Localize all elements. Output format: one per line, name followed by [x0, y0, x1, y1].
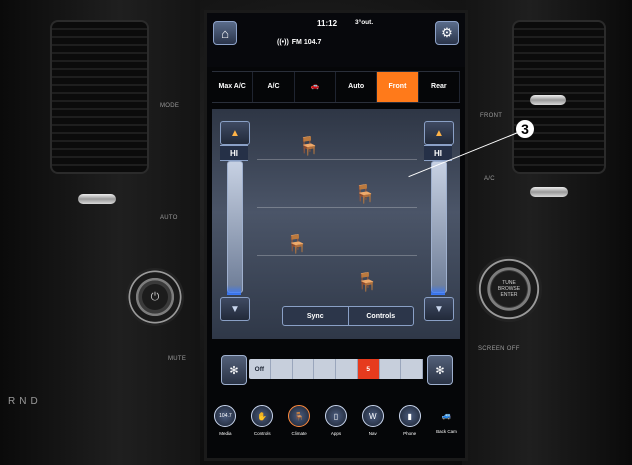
mode-defrost-floor-icon[interactable]: 🪑 [352, 269, 382, 295]
fan-cell[interactable] [380, 359, 402, 379]
front-defrost-label: Front [388, 83, 407, 90]
dock-label: Climate [291, 431, 307, 436]
rear-defrost-label: Rear [431, 83, 447, 90]
controls-button[interactable]: Controls [349, 307, 414, 325]
climate-tabs: Max A/C A/C 🚗 Auto Front Rear [212, 71, 460, 103]
front-defrost-button[interactable]: FRONT [480, 113, 502, 119]
controls-icon: ✋ [251, 405, 274, 427]
left-vent-handle[interactable] [78, 194, 116, 204]
tune-knob-label: TUNE BROWSE ENTER [491, 271, 527, 307]
mode-button[interactable]: MODE [160, 103, 179, 109]
clock: 11:12 [317, 19, 338, 28]
fan-cell[interactable] [336, 359, 358, 379]
left-temp-up-button[interactable]: ▲ [220, 121, 250, 145]
dock-item-media[interactable]: 104.7 Media [209, 405, 241, 458]
divider-line [257, 159, 417, 160]
settings-button[interactable]: ⚙ [435, 21, 459, 45]
tab-front-defrost[interactable]: Front [377, 72, 419, 102]
left-temp-slider[interactable]: ▲ HI ▼ [220, 121, 250, 321]
right-temp-slider[interactable]: ▲ HI ▼ [424, 121, 454, 321]
media-icon: 104.7 [214, 405, 237, 427]
dock-item-back-cam[interactable]: 🚙 Back Cam [430, 405, 462, 458]
fan-low-icon: ✻ [229, 364, 239, 377]
dock-item-apps[interactable]: ▯ Apps [320, 405, 352, 458]
fan-cell[interactable] [293, 359, 315, 379]
left-temp-value: HI [220, 145, 248, 161]
fan-cell[interactable] [401, 359, 423, 379]
tab-auto[interactable]: Auto [336, 72, 378, 102]
nav-icon: W [361, 405, 384, 427]
right-temp-down-button[interactable]: ▼ [424, 297, 454, 321]
left-temp-track[interactable] [227, 161, 243, 293]
screen-off-button[interactable]: SCREEN OFF [478, 346, 520, 352]
home-icon: ⌂ [221, 25, 229, 41]
radio-station-label: FM 104.7 [291, 39, 322, 46]
divider-line [257, 255, 417, 256]
dock-label: Controls [253, 431, 271, 436]
climate-panel: ▲ HI ▼ ▲ HI ▼ 🪑 🪑 🪑 🪑 Sync Controls [212, 109, 460, 339]
callout-number: 3 [516, 120, 534, 138]
recirculation-icon: 🚗 [310, 83, 320, 90]
left-air-vent [50, 20, 149, 174]
tab-rear-defrost[interactable]: Rear [419, 72, 460, 102]
right-temp-glow [431, 285, 445, 295]
dock-label: Apps [330, 431, 342, 436]
outside-temperature: 3°out. [355, 19, 374, 26]
fan-down-button[interactable]: ✻ [221, 355, 247, 385]
divider-line [257, 207, 417, 208]
tab-recirculation[interactable]: 🚗 [295, 72, 336, 102]
gear-icon: ⚙ [441, 25, 453, 40]
right-vent-handle[interactable] [530, 187, 568, 197]
dock-label: Nav [368, 431, 377, 436]
tab-ac[interactable]: A/C [253, 72, 295, 102]
sync-controls-bar: Sync Controls [282, 306, 414, 326]
left-temp-down-button[interactable]: ▼ [220, 297, 250, 321]
right-temp-up-button[interactable]: ▲ [424, 121, 454, 145]
volume-knob[interactable]: ⏻ [126, 268, 184, 326]
mode-panel-floor-icon[interactable]: 🪑 [350, 181, 380, 207]
touchscreen: ⌂ 11:12 3°out. ((•)) FM 104.7 ⚙ Max A/C A… [204, 10, 468, 461]
tab-max-ac[interactable]: Max A/C [212, 72, 254, 102]
status-bar: ⌂ 11:12 3°out. ((•)) FM 104.7 ⚙ [207, 13, 465, 67]
right-temp-track[interactable] [431, 161, 447, 293]
radio-signal-icon: ((•)) [277, 39, 289, 46]
ac-button[interactable]: A/C [484, 176, 495, 182]
gear-indicator: RND [8, 396, 42, 407]
apps-icon: ▯ [324, 405, 347, 427]
mode-panel-icon[interactable]: 🪑 [294, 133, 324, 159]
dock-item-controls[interactable]: ✋ Controls [246, 405, 278, 458]
dock-label: Back Cam [436, 429, 457, 434]
sync-button[interactable]: Sync [283, 307, 349, 325]
fan-speed-control: ✻ Off 5 ✻ [221, 355, 453, 385]
tune-knob[interactable]: TUNE BROWSE ENTER [476, 256, 542, 322]
fan-cell[interactable] [314, 359, 336, 379]
fan-high-icon: ✻ [435, 364, 445, 377]
mute-button[interactable]: MUTE [168, 356, 186, 362]
right-temp-value: HI [424, 145, 452, 161]
phone-icon: ▮ [398, 405, 421, 427]
app-dock: 104.7 Media ✋ Controls 🪑 Climate ▯ Apps … [207, 405, 465, 458]
mode-floor-icon[interactable]: 🪑 [282, 231, 312, 257]
fan-cell[interactable] [271, 359, 293, 379]
dock-label: Media [219, 431, 232, 436]
dock-item-nav[interactable]: W Nav [357, 405, 389, 458]
fan-speed-track[interactable]: Off 5 [249, 359, 423, 379]
fan-level-indicator[interactable]: 5 [357, 359, 380, 379]
fan-off-cell[interactable]: Off [249, 359, 271, 379]
left-temp-glow [227, 285, 241, 295]
dock-item-phone[interactable]: ▮ Phone [394, 405, 426, 458]
dock-label: Phone [403, 431, 417, 436]
radio-station[interactable]: ((•)) FM 104.7 [277, 39, 321, 46]
climate-icon: 🪑 [288, 405, 311, 427]
dock-item-climate[interactable]: 🪑 Climate [283, 405, 315, 458]
right-vent-handle-top[interactable] [530, 95, 566, 105]
auto-button[interactable]: AUTO [160, 215, 178, 221]
power-icon: ⏻ [142, 284, 168, 310]
fan-up-button[interactable]: ✻ [427, 355, 453, 385]
home-button[interactable]: ⌂ [213, 21, 237, 45]
back-cam-icon: 🚙 [441, 410, 452, 420]
